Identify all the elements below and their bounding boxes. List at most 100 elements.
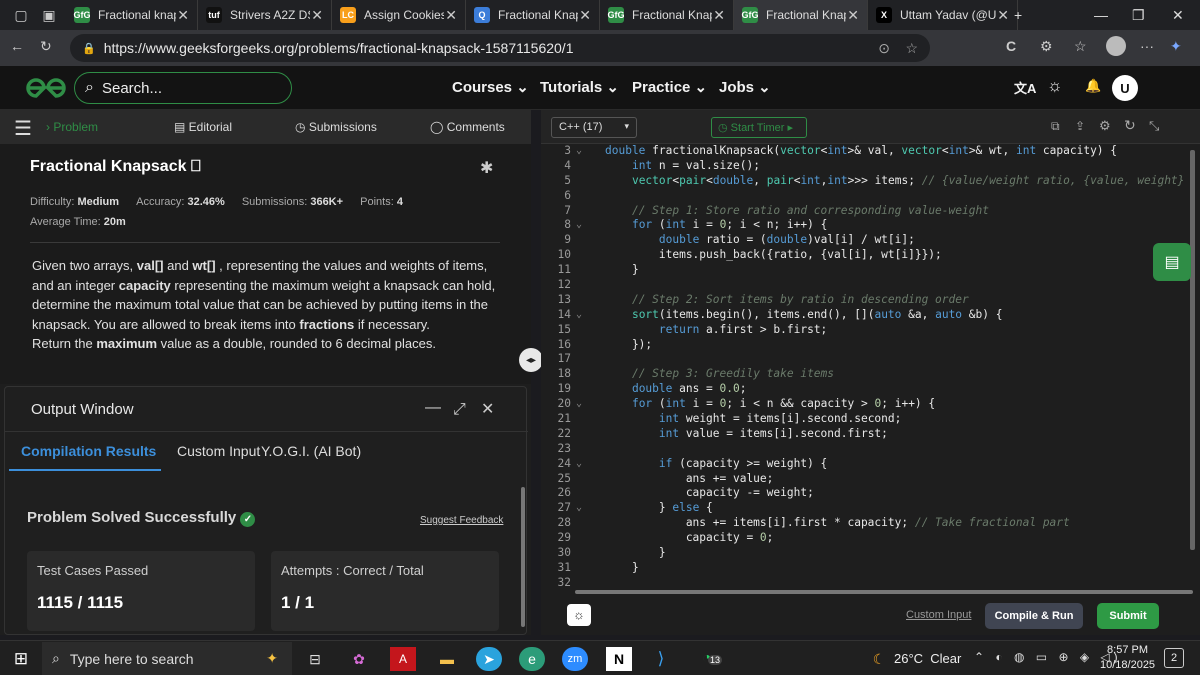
tab-close-icon[interactable]: ✕ <box>997 7 1009 24</box>
vscode-icon[interactable]: ⟩ <box>648 647 674 671</box>
fold-marker-icon[interactable] <box>576 561 582 576</box>
tab-submissions[interactable]: ◷ Submissions <box>295 120 377 134</box>
code-line[interactable]: }); <box>605 338 1184 353</box>
fold-marker-icon[interactable] <box>576 442 582 457</box>
expand-output-icon[interactable]: ⤢ <box>453 401 466 419</box>
tab-close-icon[interactable]: ✕ <box>311 7 323 24</box>
gfg-logo[interactable] <box>24 76 68 100</box>
code-line[interactable]: // Step 3: Greedily take items <box>605 367 1184 382</box>
fold-marker-icon[interactable]: ⌄ <box>576 457 582 472</box>
code-line[interactable]: } <box>605 263 1184 278</box>
fold-marker-icon[interactable] <box>576 427 582 442</box>
fold-marker-icon[interactable] <box>576 486 582 501</box>
translate-icon[interactable]: 文A <box>1014 78 1036 97</box>
code-line[interactable]: double fractionalKnapsack(vector<int>& v… <box>605 144 1184 159</box>
fold-marker-icon[interactable] <box>576 174 582 189</box>
code-line[interactable]: ans += items[i].first * capacity; // Tak… <box>605 516 1184 531</box>
compile-run-button[interactable]: Compile & Run <box>985 603 1083 629</box>
maximize-button[interactable]: ❐ <box>1132 0 1145 30</box>
settings-gear-icon[interactable]: ⚙ <box>1099 118 1111 134</box>
nav-tutorials[interactable]: Tutorials ⌄ <box>540 78 619 96</box>
fold-marker-icon[interactable] <box>576 233 582 248</box>
debug-bulb-icon[interactable]: ☼ <box>567 604 591 626</box>
code-line[interactable]: double ratio = (double)val[i] / wt[i]; <box>605 233 1184 248</box>
tab-compilation-results[interactable]: Compilation Results <box>21 443 156 459</box>
extensions-icon[interactable]: ⚙ <box>1040 38 1053 55</box>
browser-tab[interactable]: GfG Fractional knapsa✕ <box>66 0 198 30</box>
bookmark-icon[interactable]: ⎕ <box>191 158 201 175</box>
fold-marker-icon[interactable] <box>576 352 582 367</box>
code-line[interactable] <box>605 576 1184 591</box>
code-line[interactable] <box>605 352 1184 367</box>
close-output-icon[interactable]: ✕ <box>481 399 494 419</box>
browser-tab[interactable]: GfG Fractional Knaps✕ <box>600 0 734 30</box>
back-icon[interactable]: ← <box>10 38 24 54</box>
fold-marker-icon[interactable] <box>576 412 582 427</box>
tab-yogi-bot[interactable]: Y.O.G.I. (AI Bot) <box>261 443 361 459</box>
fold-marker-icon[interactable] <box>576 248 582 263</box>
code-line[interactable]: int value = items[i].second.first; <box>605 427 1184 442</box>
notion-icon[interactable]: N <box>606 647 632 671</box>
new-tab-button[interactable]: + <box>1014 0 1022 30</box>
profile-icon[interactable] <box>1106 36 1126 56</box>
code-line[interactable]: capacity -= weight; <box>605 486 1184 501</box>
nav-courses[interactable]: Courses ⌄ <box>452 78 529 96</box>
tab-custom-input[interactable]: Custom Input <box>177 443 260 459</box>
fold-marker-icon[interactable] <box>576 204 582 219</box>
language-select[interactable]: C++ (17) ▾ <box>551 117 637 138</box>
code-line[interactable]: // Step 2: Sort items by ratio in descen… <box>605 293 1184 308</box>
code-line[interactable]: capacity = 0; <box>605 531 1184 546</box>
tab-close-icon[interactable]: ✕ <box>713 7 725 24</box>
browser-tab[interactable]: X Uttam Yadav (@U ✕ <box>868 0 1018 30</box>
clock[interactable]: 8:57 PM 10/18/2025 <box>1100 643 1155 673</box>
fold-marker-icon[interactable] <box>576 278 582 293</box>
code-line[interactable]: int weight = items[i].second.second; <box>605 412 1184 427</box>
code-line[interactable]: for (int i = 0; i < n; i++) { <box>605 218 1184 233</box>
tab-close-icon[interactable]: ✕ <box>847 7 859 24</box>
tab-comments[interactable]: ◯ Comments <box>430 120 505 134</box>
task-view-icon[interactable]: ⊟ <box>302 647 328 671</box>
code-text[interactable]: double fractionalKnapsack(vector<int>& v… <box>605 144 1184 591</box>
code-line[interactable]: int n = val.size(); <box>605 159 1184 174</box>
code-line[interactable]: ans += value; <box>605 472 1184 487</box>
reset-icon[interactable]: ↻ <box>1124 117 1136 134</box>
code-line[interactable] <box>605 189 1184 204</box>
copilot-app-icon[interactable]: ✿ <box>346 647 372 671</box>
custom-input-link[interactable]: Custom Input <box>906 609 971 621</box>
copilot-icon[interactable]: ✦ <box>1170 38 1182 55</box>
code-line[interactable]: return a.first > b.first; <box>605 323 1184 338</box>
fold-marker-icon[interactable] <box>576 323 582 338</box>
hamburger-menu-icon[interactable]: ☰ <box>14 116 32 141</box>
code-line[interactable]: items.push_back({ratio, {val[i], wt[i]}}… <box>605 248 1184 263</box>
url-field[interactable]: 🔒 https://www.geeksforgeeks.org/problems… <box>70 34 930 62</box>
nav-practice[interactable]: Practice ⌄ <box>632 78 707 96</box>
tab-close-icon[interactable]: ✕ <box>177 7 189 24</box>
fold-marker-icon[interactable] <box>576 338 582 353</box>
search-box[interactable]: ⌕ Search... <box>74 72 292 104</box>
tab-close-icon[interactable]: ✕ <box>445 7 457 24</box>
code-line[interactable]: sort(items.begin(), items.end(), [](auto… <box>605 308 1184 323</box>
fold-marker-icon[interactable] <box>576 472 582 487</box>
panel-splitter-handle[interactable]: ◂▸ <box>519 348 543 372</box>
favorites-icon[interactable]: ☆ <box>1074 38 1087 55</box>
notification-center-icon[interactable]: 2 <box>1164 648 1184 668</box>
copy-icon[interactable]: ⧉ <box>1051 119 1060 134</box>
fold-marker-icon[interactable]: ⌄ <box>576 397 582 412</box>
suggest-feedback-link[interactable]: Suggest Feedback <box>420 515 503 526</box>
close-window-button[interactable]: ✕ <box>1172 0 1184 30</box>
telegram-icon[interactable]: ➤ <box>476 647 502 671</box>
browser-tab[interactable]: tuf Strivers A2Z DSA✕ <box>198 0 332 30</box>
chat-float-button[interactable]: ▤ <box>1153 243 1191 281</box>
editor-scrollbar[interactable] <box>1190 150 1195 550</box>
code-line[interactable]: } <box>605 546 1184 561</box>
fold-marker-icon[interactable] <box>576 516 582 531</box>
code-line[interactable]: vector<pair<double, pair<int,int>>> item… <box>605 174 1184 189</box>
refresh-icon[interactable]: ↻ <box>40 38 52 55</box>
nav-jobs[interactable]: Jobs ⌄ <box>719 78 771 96</box>
fold-marker-icon[interactable] <box>576 263 582 278</box>
tab-close-icon[interactable]: ✕ <box>579 7 591 24</box>
fold-marker-icon[interactable]: ⌄ <box>576 308 582 323</box>
code-line[interactable]: for (int i = 0; i < n && capacity > 0; i… <box>605 397 1184 412</box>
tab-editorial[interactable]: ▤ Editorial <box>174 120 232 134</box>
pdf-app-icon[interactable]: A <box>390 647 416 671</box>
